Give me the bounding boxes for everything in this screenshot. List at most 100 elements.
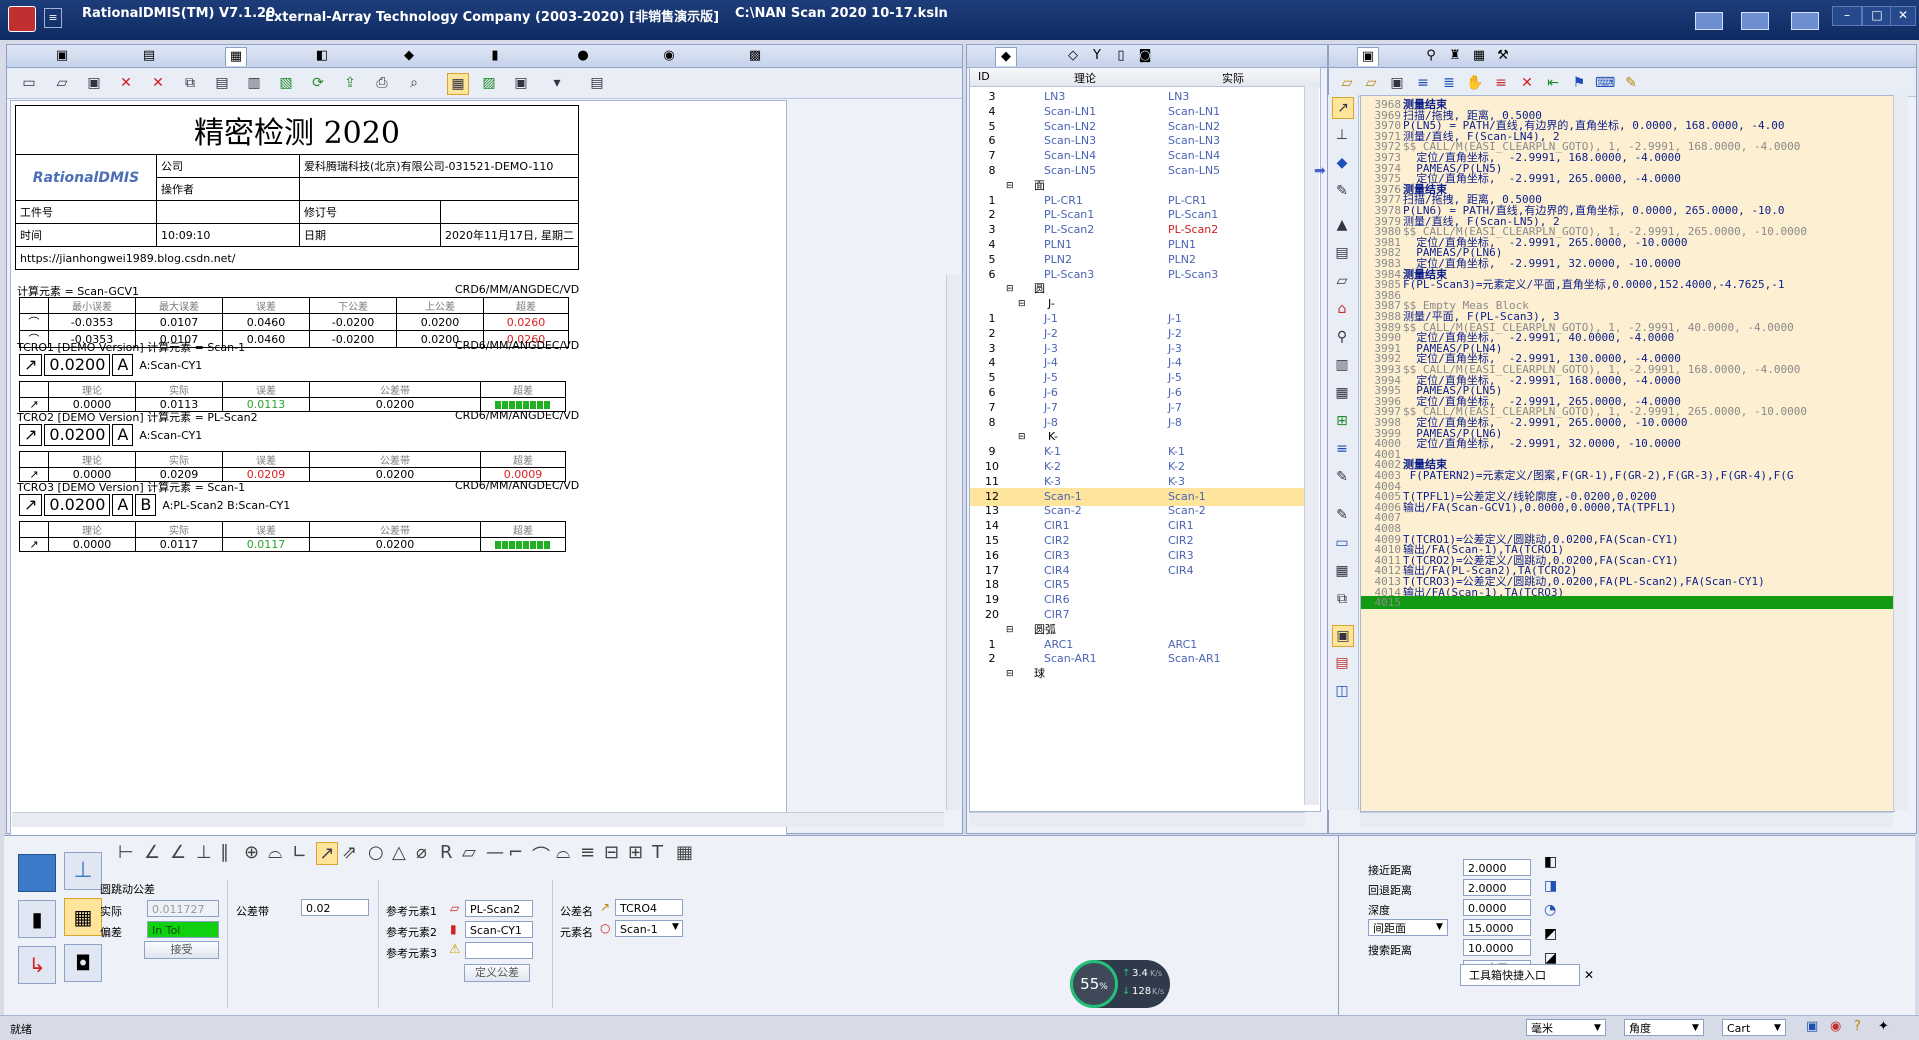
machine-icon[interactable]: ◘ [64, 944, 102, 982]
angularity-icon[interactable]: ∠ [170, 842, 186, 863]
side-edit2-icon[interactable]: ✎ [1332, 505, 1352, 525]
chevron-down-icon[interactable]: ▼ [1436, 922, 1443, 932]
approach-field[interactable]: 2.0000 [1463, 859, 1531, 876]
side-output-icon[interactable]: ▤ [1332, 653, 1352, 673]
pane-arrow-icon[interactable]: ➡ [1314, 163, 1328, 179]
prog-hand-icon[interactable]: ✋ [1465, 73, 1485, 93]
code-line[interactable]: 4015 [1361, 596, 1894, 610]
depth-icon[interactable]: ◔ [1544, 902, 1556, 918]
probe-box-icon[interactable] [18, 854, 56, 892]
circular-runout-icon[interactable]: ↗ [316, 842, 338, 865]
status-record-icon[interactable]: ◉ [1830, 1019, 1841, 1034]
tab-document-icon[interactable]: ▤ [139, 47, 159, 65]
grid-tol-icon[interactable]: ▦ [676, 842, 693, 863]
tab-model-icon[interactable]: ◧ [312, 47, 332, 65]
minimize-button[interactable]: – [1832, 6, 1862, 26]
side-pointer-icon[interactable]: ↗ [1332, 97, 1354, 119]
side-plane-icon[interactable]: ◆ [1332, 153, 1352, 173]
report-excel-icon[interactable]: ▧ [276, 73, 296, 93]
height-icon[interactable]: ⊞ [628, 842, 643, 863]
layout-icon-2[interactable] [1741, 12, 1769, 30]
chevron-down-icon[interactable]: ▼ [1774, 1023, 1781, 1033]
tolband-field[interactable]: 0.02 [301, 899, 369, 916]
search-icon[interactable]: ◪ [1544, 950, 1557, 966]
report-copy-icon[interactable]: ⧉ [180, 73, 200, 93]
report-chart-icon[interactable]: ▨ [479, 73, 499, 93]
tree-group[interactable]: 球 ⊟ [970, 665, 1305, 683]
status-probe-icon[interactable]: ✦ [1878, 1019, 1889, 1034]
prog-cmd-icon[interactable]: ⌨ [1595, 73, 1615, 93]
spacing-icon[interactable]: ◩ [1544, 926, 1557, 942]
chevron-down-icon[interactable]: ▼ [672, 922, 679, 932]
maximize-button[interactable]: □ [1862, 6, 1892, 26]
tree-vscroll[interactable] [1304, 85, 1319, 805]
probe-head-icon[interactable]: ▮ [18, 900, 56, 938]
prog-flag-icon[interactable]: ⚑ [1569, 73, 1589, 93]
report-open-icon[interactable]: ▱ [52, 73, 72, 93]
cone-icon[interactable]: △ [392, 842, 406, 863]
arc-profile-icon[interactable]: ⌒ [532, 842, 550, 868]
tab-tools-icon[interactable]: ⚒ [1493, 47, 1513, 65]
side-machine-icon[interactable]: ▲ [1332, 215, 1352, 235]
retract-field[interactable]: 2.0000 [1463, 879, 1531, 896]
tab-feature2-icon[interactable]: ◇ [1063, 47, 1083, 65]
side-run-icon[interactable]: ⚲ [1332, 327, 1352, 347]
side-calc-icon[interactable]: ▦ [1332, 561, 1352, 581]
deviation-field[interactable]: In Tol [147, 921, 219, 938]
flatness-icon[interactable]: ▱ [462, 842, 476, 863]
report-vscroll[interactable] [946, 275, 961, 810]
report-image-icon[interactable]: ▣ [511, 73, 531, 93]
tab-tree-icon[interactable]: ⚲ [1421, 47, 1441, 65]
side-plate-icon[interactable]: ▱ [1332, 271, 1352, 291]
side-list-icon[interactable]: ≡ [1332, 439, 1352, 459]
define-tolerance-button[interactable]: 定义公差 [464, 964, 530, 982]
prog-open-icon[interactable]: ▱ [1337, 73, 1357, 93]
side-report-icon[interactable]: ▣ [1332, 625, 1354, 647]
tab-features-icon[interactable]: ◆ [995, 47, 1017, 66]
chevron-down-icon[interactable]: ▼ [1692, 1023, 1699, 1033]
close-button[interactable]: ✕ [1890, 6, 1916, 26]
retract-icon[interactable]: ◨ [1544, 878, 1557, 894]
actual-field[interactable]: 0.011727 [147, 900, 219, 917]
prog-save-icon[interactable]: ▣ [1387, 73, 1407, 93]
chevron-down-icon[interactable]: ▼ [1594, 1023, 1601, 1033]
ref2-field[interactable]: Scan-CY1 [465, 921, 533, 938]
symmetry-icon[interactable]: ≡ [580, 842, 595, 863]
report-hscroll[interactable] [12, 812, 944, 827]
approach-icon[interactable]: ◧ [1544, 854, 1557, 870]
measure-plane-icon[interactable]: ⊥ [64, 852, 102, 890]
tab-sphere-icon[interactable]: ● [573, 47, 593, 65]
side-chart-icon[interactable]: ▥ [1332, 355, 1352, 375]
profile-icon[interactable]: ⌓ [268, 842, 282, 863]
report-preview-icon[interactable]: ⌕ [404, 73, 424, 93]
status-monitor-icon[interactable]: ▣ [1806, 1019, 1818, 1034]
angle-between-icon[interactable]: ∠ [144, 842, 160, 863]
tree-col-id[interactable]: ID [978, 70, 990, 83]
prog-delete-lines-icon[interactable]: ≡ [1491, 73, 1511, 93]
surface-profile-icon[interactable]: ⌓ [556, 842, 570, 863]
report-delete-icon[interactable]: ✕ [116, 73, 136, 93]
curve-icon[interactable]: ⌐ [508, 842, 523, 863]
prog-open2-icon[interactable]: ▱ [1361, 73, 1381, 93]
tab-program-icon[interactable]: ▣ [1357, 47, 1379, 66]
app-logo-icon[interactable] [8, 6, 36, 32]
report-save-icon[interactable]: ▣ [84, 73, 104, 93]
ref1-field[interactable]: PL-Scan2 [465, 900, 533, 917]
diameter-icon[interactable]: ⌀ [416, 842, 427, 863]
text-icon[interactable]: T [652, 842, 663, 863]
tab-machine-icon[interactable]: ▮ [485, 47, 505, 65]
tab-graphics-icon[interactable]: ◆ [399, 47, 419, 65]
search-field[interactable]: 10.0000 [1463, 939, 1531, 956]
side-monitor-icon[interactable]: ▭ [1332, 533, 1352, 553]
distance-icon[interactable]: ⊢ [118, 842, 134, 863]
tab-filter-icon[interactable]: Y [1087, 47, 1107, 65]
parallelism-icon[interactable]: ∥ [220, 842, 229, 863]
quick-entry-tooltip[interactable]: 工具箱快捷入口 [1460, 964, 1580, 986]
side-table-icon[interactable]: ▦ [1332, 383, 1352, 403]
report-refresh-icon[interactable]: ⟳ [308, 73, 328, 93]
code-vscroll[interactable] [1893, 95, 1908, 810]
side-stack-icon[interactable]: ▤ [1332, 243, 1352, 263]
side-probe-icon[interactable]: ⊥ [1332, 125, 1352, 145]
tab-probe-icon[interactable]: ▣ [52, 47, 72, 65]
report-template-icon[interactable]: ▤ [212, 73, 232, 93]
